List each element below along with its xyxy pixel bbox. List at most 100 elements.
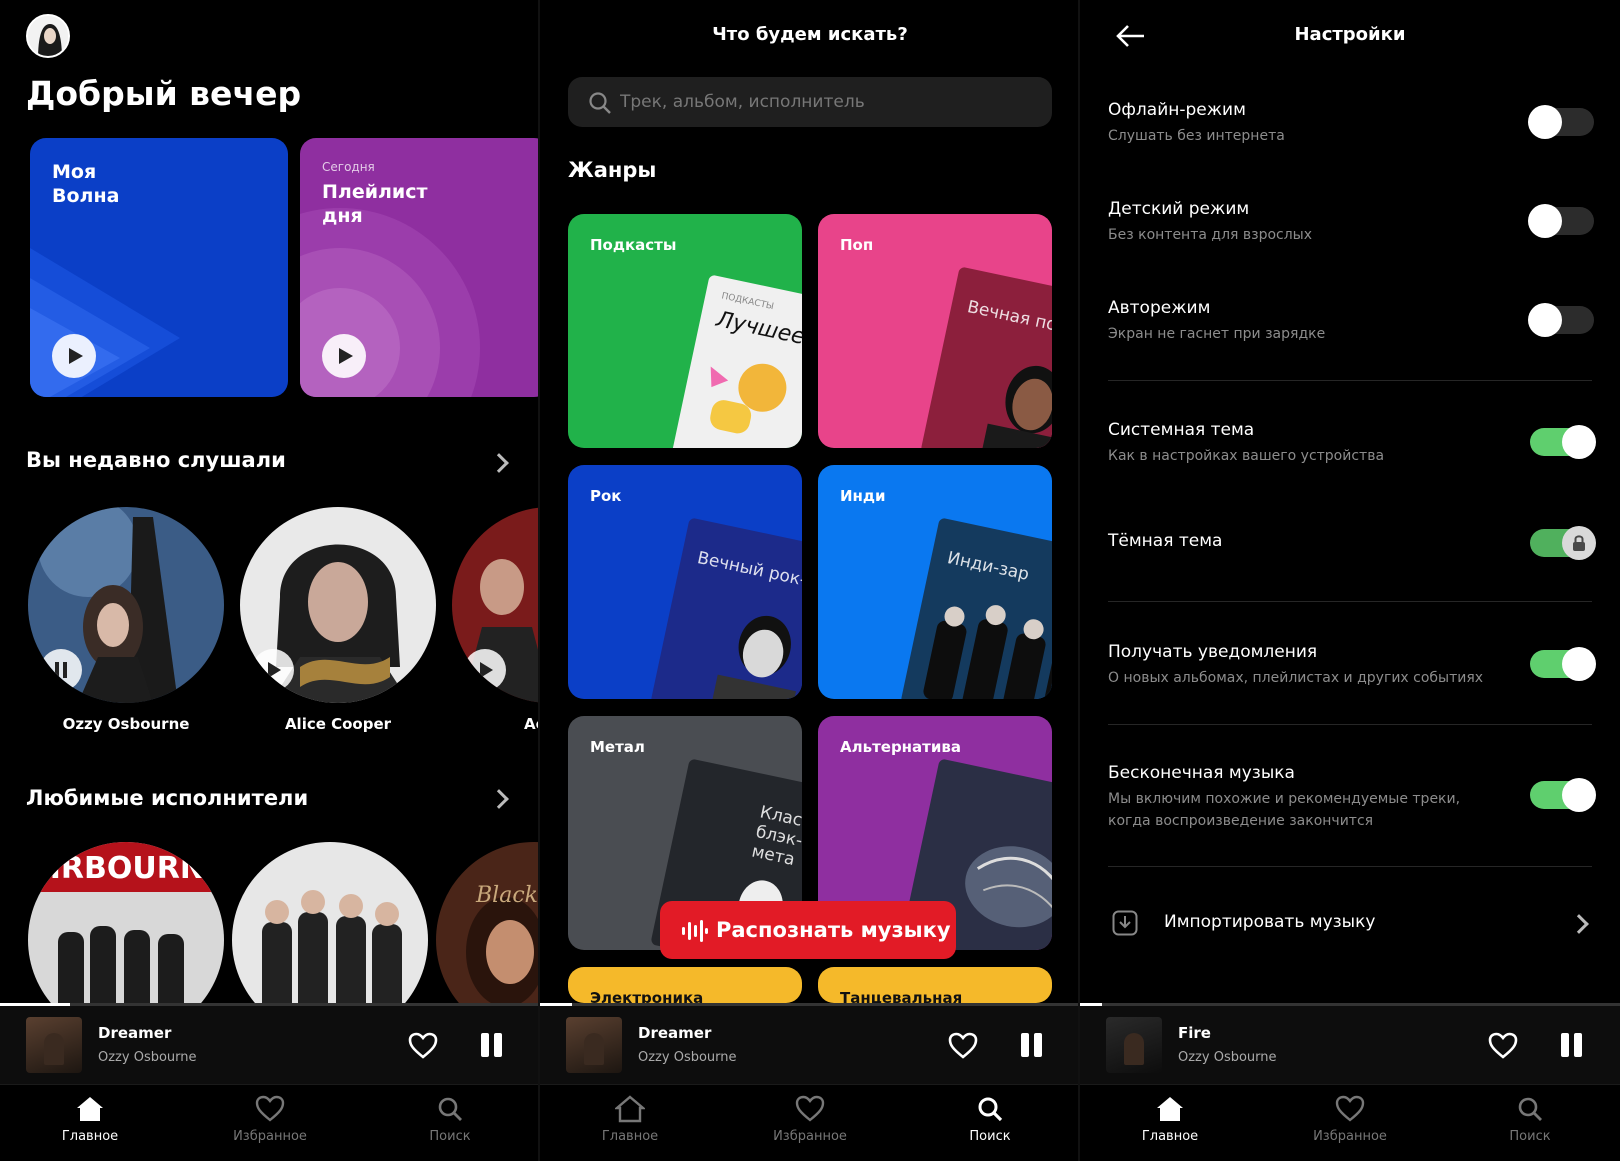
nav-home[interactable]: Главное <box>570 1095 690 1144</box>
genre-label: Электроника <box>590 989 704 1003</box>
genre-label: Альтернатива <box>840 738 961 756</box>
artist-alice-cooper[interactable]: Alice Cooper <box>240 507 436 733</box>
nav-favorites[interactable]: Избранное <box>210 1095 330 1144</box>
genre-label: Метал <box>590 738 645 756</box>
pause-icon[interactable] <box>40 649 82 691</box>
track-title: Dreamer <box>638 1024 712 1042</box>
genre-card: Вечный рок-н <box>650 517 802 699</box>
bottom-nav: Главное Избранное Поиск <box>540 1084 1080 1161</box>
setting-notifications[interactable]: Получать уведомления О новых альбомах, п… <box>1108 642 1596 689</box>
pause-icon[interactable] <box>481 1033 503 1057</box>
track-artist: Ozzy Osbourne <box>638 1050 737 1065</box>
heart-icon[interactable] <box>408 1032 438 1059</box>
artist-name: Ac <box>524 715 540 733</box>
mini-player[interactable]: Fire Ozzy Osbourne <box>1080 1006 1620 1084</box>
pause-icon[interactable] <box>1021 1033 1043 1057</box>
nav-search[interactable]: Поиск <box>390 1095 510 1144</box>
nav-home[interactable]: Главное <box>30 1095 150 1144</box>
avatar[interactable] <box>26 14 70 58</box>
search-icon <box>1518 1097 1542 1121</box>
home-icon <box>77 1097 103 1121</box>
my-wave-card[interactable]: Моя Волна <box>30 138 288 397</box>
playlist-of-day-card[interactable]: Сегодня Плейлист дня <box>300 138 540 397</box>
genre-card: Инди-зар <box>900 517 1052 699</box>
chevron-right-icon[interactable] <box>489 453 509 473</box>
nav-favorites[interactable]: Избранное <box>750 1095 870 1144</box>
setting-title: Авторежим <box>1108 298 1211 318</box>
pause-icon[interactable] <box>1561 1033 1583 1057</box>
infinite-music-toggle[interactable] <box>1530 778 1596 812</box>
track-artist: Ozzy Osbourne <box>1178 1050 1277 1065</box>
genre-label: Рок <box>590 487 622 505</box>
setting-infinite-music[interactable]: Бесконечная музыка Мы включим похожие и … <box>1108 763 1596 832</box>
chevron-right-icon[interactable] <box>489 789 509 809</box>
play-icon[interactable] <box>464 649 506 691</box>
recognize-music-button[interactable]: Распознать музыку <box>660 901 956 959</box>
home-icon <box>615 1095 645 1123</box>
artist-ozzy[interactable]: Ozzy Osbourne <box>28 507 224 733</box>
system-theme-toggle[interactable] <box>1530 425 1596 459</box>
notifications-toggle[interactable] <box>1530 647 1596 681</box>
play-icon[interactable] <box>52 334 96 378</box>
play-icon[interactable] <box>322 334 366 378</box>
search-header: Что будем искать? <box>712 24 908 45</box>
artist-ac-dc[interactable]: Ac <box>452 507 540 733</box>
toggle-knob <box>1562 778 1596 812</box>
import-music-label: Импортировать музыку <box>1164 912 1376 932</box>
setting-subtitle: Без контента для взрослых <box>1108 227 1313 243</box>
setting-title: Бесконечная музыка <box>1108 763 1295 783</box>
genre-card-text: Лучшее <box>714 306 802 351</box>
heart-icon[interactable] <box>1488 1032 1518 1059</box>
download-icon <box>1112 910 1138 936</box>
my-wave-title-1: Моя <box>52 161 97 183</box>
genres-title: Жанры <box>568 158 657 182</box>
import-music-row[interactable]: Импортировать музыку <box>1108 904 1592 944</box>
nav-favorites[interactable]: Избранное <box>1290 1095 1410 1144</box>
divider <box>1108 601 1592 602</box>
divider <box>1108 380 1592 381</box>
offline-toggle[interactable] <box>1528 105 1594 139</box>
genre-tile-indie[interactable]: Инди Инди-зар <box>818 465 1052 699</box>
genre-tile-podcasts[interactable]: Подкасты ПОДКАСТЫ Лучшее <box>568 214 802 448</box>
nav-home[interactable]: Главное <box>1110 1095 1230 1144</box>
genre-tile-dance[interactable]: Танцевальная <box>818 967 1052 1003</box>
genre-tile-electronic[interactable]: Электроника <box>568 967 802 1003</box>
artist-name: Alice Cooper <box>284 715 392 733</box>
search-input[interactable] <box>620 77 1040 127</box>
setting-auto[interactable]: Авторежим Экран не гаснет при зарядке <box>1108 298 1594 345</box>
setting-title: Детский режим <box>1108 199 1250 219</box>
setting-system-theme[interactable]: Системная тема Как в настройках вашего у… <box>1108 420 1596 467</box>
nav-favorites-label: Избранное <box>1313 1129 1387 1144</box>
track-title: Dreamer <box>98 1024 172 1042</box>
genre-tile-rock[interactable]: Рок Вечный рок-н <box>568 465 802 699</box>
toggle-knob <box>1562 647 1596 681</box>
home-screen: Добрый вечер Моя Волна Сегодня Плейлист … <box>0 0 540 1161</box>
setting-kids[interactable]: Детский режим Без контента для взрослых <box>1108 199 1594 246</box>
toggle-knob <box>1528 303 1562 337</box>
nav-home-label: Главное <box>61 1129 119 1144</box>
heart-icon[interactable] <box>948 1032 978 1059</box>
auto-toggle[interactable] <box>1528 303 1594 337</box>
mini-player[interactable]: Dreamer Ozzy Osbourne <box>0 1006 540 1084</box>
mini-player[interactable]: Dreamer Ozzy Osbourne <box>540 1006 1080 1084</box>
search-screen: Что будем искать? Жанры Подкасты ПОДКАСТ… <box>540 0 1080 1161</box>
toggle-knob <box>1528 204 1562 238</box>
artist-photo <box>452 507 540 703</box>
genre-label: Танцевальная <box>840 989 963 1003</box>
album-cover <box>26 1017 82 1073</box>
setting-dark-theme[interactable]: Тёмная тема <box>1108 526 1596 560</box>
nav-search[interactable]: Поиск <box>930 1095 1050 1144</box>
setting-offline[interactable]: Офлайн-режим Слушать без интернета <box>1108 100 1594 147</box>
setting-title: Тёмная тема <box>1108 531 1223 551</box>
play-icon[interactable] <box>252 649 294 691</box>
my-wave-title-2: Волна <box>52 185 120 207</box>
search-icon <box>589 92 611 114</box>
genre-tile-pop[interactable]: Поп Вечная поп-м <box>818 214 1052 448</box>
artist-name: Ozzy Osbourne <box>62 715 190 733</box>
nav-search[interactable]: Поиск <box>1470 1095 1590 1144</box>
search-bar[interactable] <box>568 77 1052 127</box>
genre-card: Вечная поп-м <box>920 266 1052 448</box>
playlist-title-1: Плейлист <box>322 181 428 203</box>
kids-toggle[interactable] <box>1528 204 1594 238</box>
band-logo-text: AIRBOURNE <box>28 851 224 886</box>
